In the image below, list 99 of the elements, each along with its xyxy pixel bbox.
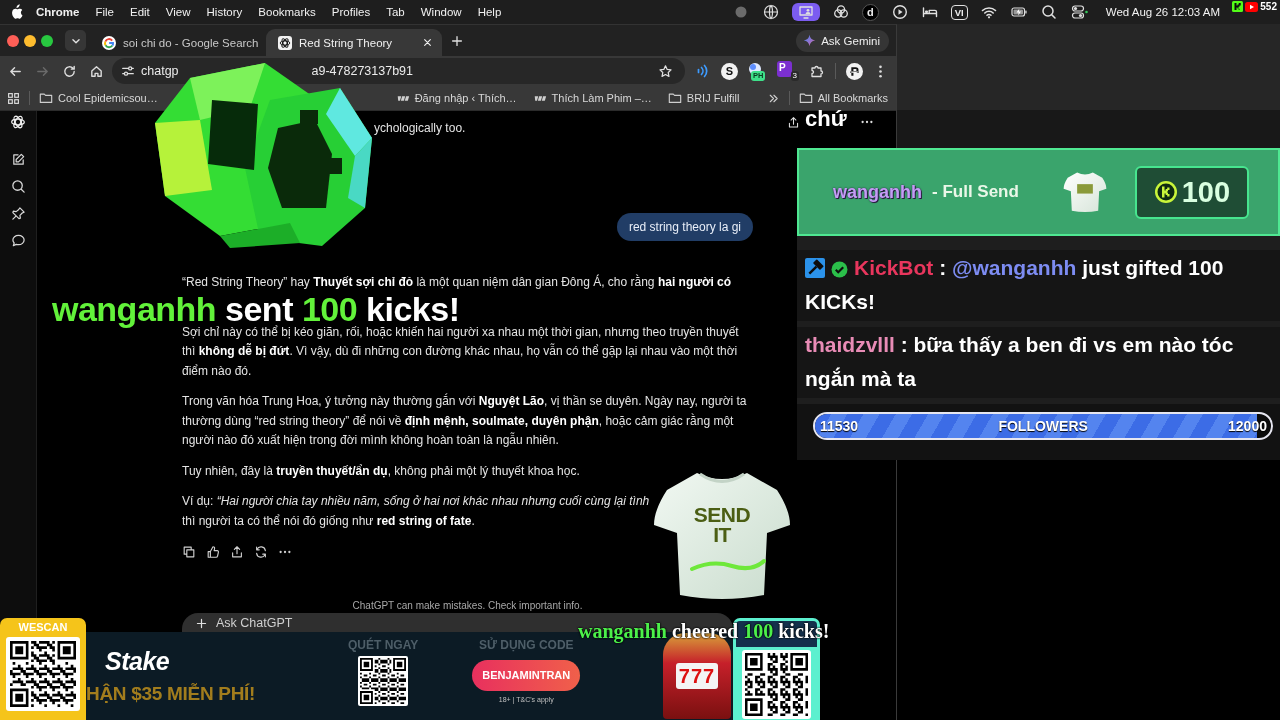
ask-gemini-button[interactable]: Ask Gemini xyxy=(796,29,889,52)
chat-username[interactable]: KickBot xyxy=(854,256,934,279)
mention-link[interactable]: @wanganhh xyxy=(952,256,1077,279)
copy-icon[interactable] xyxy=(182,545,196,559)
slot-reels: 777 xyxy=(675,663,719,689)
user-message: red string theory la gi xyxy=(616,213,753,241)
g-logo-icon xyxy=(102,35,116,50)
verified-badge-icon xyxy=(831,261,848,278)
goal-label: FOLLOWERS xyxy=(998,418,1088,434)
close-window-button[interactable] xyxy=(7,34,19,47)
chat-message-text: chứ xyxy=(805,106,847,132)
goal-current: 11530 xyxy=(820,418,859,434)
message-text: ychologically too. xyxy=(374,120,467,137)
qr-code xyxy=(745,653,808,716)
play-icon[interactable] xyxy=(890,3,909,21)
promo-code-button[interactable]: BENJAMINTRAN xyxy=(472,660,581,691)
qr-code xyxy=(360,658,407,704)
k-coin-icon xyxy=(1153,180,1178,204)
folder-icon xyxy=(39,91,53,105)
new-chat-icon[interactable] xyxy=(10,152,26,167)
chat-message: thaidzvlll : bữa thấy a ben đi vs em nào tóc ngắn mà ta xyxy=(797,327,1280,404)
answer-paragraph: Trong văn hóa Trung Hoa, ý tưởng này thường gắn với Nguyệt Lão, vị thần se duyên. Ngày nay, người ta thường dùng “red string theory” để nói về định mệnh, soulmate, duyên phận, hoặc cảm giác rằng một người nào đó xuất hiện trong đời mình không hoàn toàn là ngẫu nhiên. xyxy=(182,392,748,449)
count-badge: 3 xyxy=(790,71,799,81)
apps-icon[interactable] xyxy=(7,91,20,105)
home-icon[interactable] xyxy=(89,63,104,79)
plus-icon[interactable] xyxy=(195,617,208,630)
brand-logo-text: Stake xyxy=(105,647,170,675)
bookmark-item[interactable]: BRIJ Fulfill xyxy=(667,91,740,105)
menu-item[interactable]: Tab xyxy=(386,6,405,18)
chat-message: KickBot : @wanganhh just gifted 100 KICKs! xyxy=(797,250,1280,327)
tab-search-button[interactable] xyxy=(65,30,86,51)
viewer-count: 552 xyxy=(1260,1,1277,12)
regenerate-icon[interactable] xyxy=(254,545,268,559)
play-logo-icon xyxy=(1245,1,1259,12)
control-center-icon[interactable] xyxy=(1069,3,1090,21)
menu-item[interactable]: Profiles xyxy=(331,6,371,18)
offer-text: HẬN $35 MIỄN PHÍ! xyxy=(86,683,256,705)
menu-item[interactable]: History xyxy=(206,6,243,18)
menu-item[interactable]: Window xyxy=(420,6,462,18)
answer-paragraph: Sợi chỉ này có thể bị kéo giãn, rối, hoặc khiến hai người xa nhau một thời gian, nhưng theo truyền thuyết thì không dễ bị đứt. Vì vậy, dù đi những con đường khác nhau, họ vẫn có thể gặp lại nhau vào một thời điểm nào đó. xyxy=(182,324,740,380)
bookmark-item[interactable]: Đăng nhập ‹ Thích… xyxy=(395,91,517,105)
new-tab-icon[interactable] xyxy=(450,33,464,48)
gift-amount: 100 xyxy=(1181,175,1231,209)
apple-icon[interactable] xyxy=(10,4,23,20)
gift-name: - Full Send xyxy=(932,182,1019,202)
logo-icon[interactable] xyxy=(10,114,26,130)
share-icon[interactable] xyxy=(787,115,800,129)
disclaimer-text: ChatGPT can make mistakes. Check important info. xyxy=(351,600,584,612)
extension-button[interactable]: S xyxy=(721,62,738,80)
app-letter-icon[interactable]: d xyxy=(861,3,879,21)
pin-icon[interactable] xyxy=(10,206,26,221)
minimize-window-button[interactable] xyxy=(24,34,36,47)
rings-icon[interactable] xyxy=(831,3,850,21)
menu-item[interactable]: Help xyxy=(477,6,502,18)
answer-paragraph: Ví dụ: “Hai người chia tay nhiều năm, sống ở hai nơi khác nhau nhưng cuối cùng lại tình thì người ta có thể nói đó giống như red string of fate. xyxy=(182,493,650,530)
profile-avatar-icon[interactable] xyxy=(846,62,863,80)
t-shirt-icon xyxy=(1062,170,1107,214)
search-icon[interactable] xyxy=(1039,3,1058,21)
extensions-icon[interactable] xyxy=(809,63,825,79)
bookmark-item[interactable]: Cool Epidemicsou… xyxy=(39,91,158,105)
qr-code xyxy=(10,641,76,707)
bookmark-item[interactable]: All Bookmarks xyxy=(798,91,888,105)
chat-bubble-icon[interactable] xyxy=(10,233,26,248)
code-label: SỬ DỤNG CODE xyxy=(478,638,574,652)
menu-item[interactable]: Bookmarks xyxy=(258,6,316,18)
address-bar[interactable]: chatgp a9-478273137b91 xyxy=(112,58,685,84)
menu-item[interactable]: File xyxy=(95,6,114,18)
url-text: a9-478273137b91 xyxy=(311,64,414,78)
bookmark-item[interactable]: Thích Làm Phim –… xyxy=(532,91,652,105)
share-icon[interactable] xyxy=(230,545,244,559)
sparkle-icon xyxy=(803,34,817,47)
close-icon[interactable] xyxy=(421,36,434,49)
globe-icon[interactable] xyxy=(761,3,780,21)
folder-icon xyxy=(798,91,813,105)
app-menu[interactable]: Chrome xyxy=(36,6,80,18)
zoom-window-button[interactable] xyxy=(41,34,53,47)
browser-tab[interactable]: Red String Theory xyxy=(266,29,442,56)
url-text: chatgp xyxy=(141,64,179,78)
menu-item[interactable]: View xyxy=(165,6,191,18)
bookmark-star-icon[interactable] xyxy=(658,63,673,79)
input-source-indicator[interactable]: VI xyxy=(950,4,968,20)
knot-logo-icon xyxy=(278,35,292,50)
answer-paragraph: “Red String Theory” hay Thuyết sợi chỉ đỏ là một quan niệm dân gian Đông Á, cho rằng hai người có xyxy=(182,273,732,291)
search-icon[interactable] xyxy=(10,179,26,194)
screen-share-icon[interactable] xyxy=(791,3,820,21)
site-settings-icon[interactable] xyxy=(121,64,135,78)
qr-card-label: WESCAN xyxy=(18,620,68,634)
shirt-print-text: SEND IT xyxy=(692,505,752,545)
gift-username: wanganhh xyxy=(833,181,922,203)
hammer-badge-icon xyxy=(805,258,825,278)
scan-label: QUÉT NGAY xyxy=(348,638,419,652)
reload-icon[interactable] xyxy=(62,63,77,79)
answer-paragraph: Tuy nhiên, đây là truyền thuyết/ẩn dụ, không phải một lý thuyết khoa học. xyxy=(182,462,580,480)
chat-username[interactable]: thaidzvlll xyxy=(805,333,895,356)
menu-bar-clock[interactable]: Wed Aug 26 12:03 AM xyxy=(1105,6,1220,18)
folder-icon xyxy=(667,91,682,105)
thumb-icon[interactable] xyxy=(206,545,220,559)
menu-item[interactable]: Edit xyxy=(130,6,150,18)
k-logo-icon xyxy=(1232,1,1244,12)
